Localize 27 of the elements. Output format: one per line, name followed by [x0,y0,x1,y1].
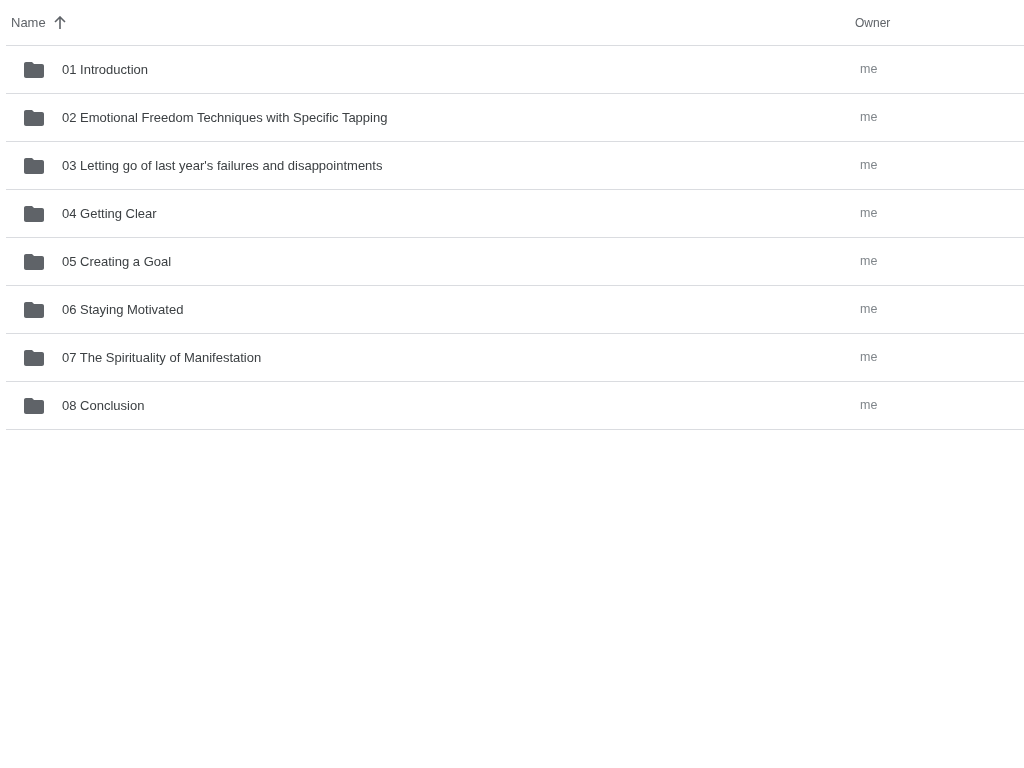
folder-name[interactable]: 01 Introduction [62,59,148,80]
owner-cell-text: me [859,397,878,415]
folder-name[interactable]: 05 Creating a Goal [62,251,172,272]
folder-icon [24,205,44,222]
folder-icon [24,61,44,78]
up-arrow-icon[interactable] [53,15,66,30]
folder-icon [24,301,44,318]
folder-name[interactable]: 06 Staying Motivated [62,299,184,320]
folder-icon [24,349,44,366]
folder-name[interactable]: 03 Letting go of last year's failures and disappointments [62,155,383,176]
owner-cell-text: me [859,157,878,175]
owner-cell-text: me [859,205,878,223]
folder-icon [24,253,44,270]
owner-cell-text: me [859,109,878,127]
folder-name[interactable]: 08 Conclusion [62,395,145,416]
column-header[interactable]: Name [6,12,46,33]
owner-cell-text: me [859,61,878,79]
folder-icon [24,157,44,174]
folder-name[interactable]: 04 Getting Clear [62,203,157,224]
folder-name[interactable]: 07 The Spirituality of Manifestation [62,347,262,368]
owner-cell-text: me [859,349,878,367]
folder-icon [24,109,44,126]
folder-name[interactable]: 02 Emotional Freedom Techniques with Specific Tapping [62,107,388,128]
owner-cell-text: me [859,253,878,271]
folder-icon [24,397,44,414]
owner-cell-text: me [859,301,878,319]
column-header: Owner [855,14,891,32]
